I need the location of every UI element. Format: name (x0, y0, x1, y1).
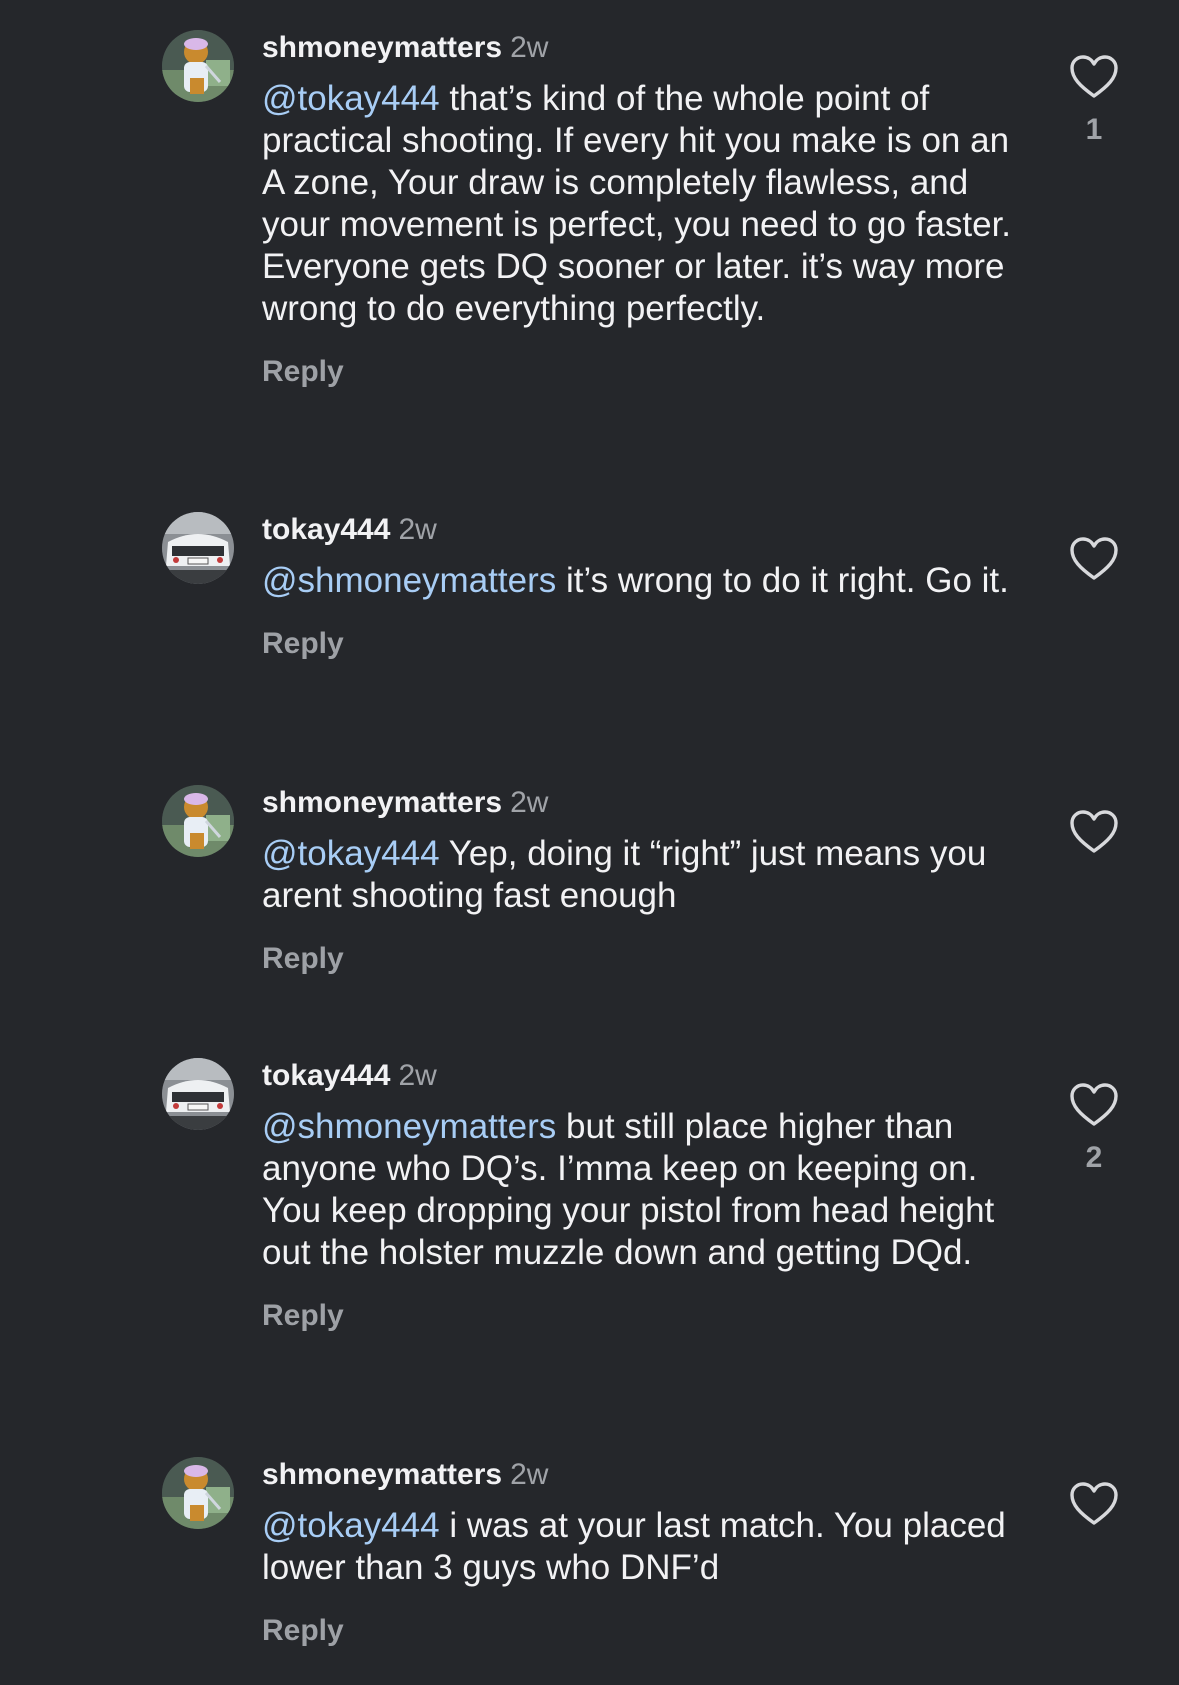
heart-icon (1070, 1482, 1118, 1525)
reply-button[interactable]: Reply (262, 354, 344, 390)
like-count: 2 (1085, 1141, 1103, 1174)
reply-button[interactable]: Reply (262, 1613, 344, 1649)
heart-icon (1070, 1083, 1118, 1126)
comment-meta: tokay444 2w (262, 1058, 1022, 1094)
comment-time: 2w (510, 1458, 549, 1491)
reply-button[interactable]: Reply (262, 941, 344, 977)
comment-text: @tokay444 that’s kind of the whole point… (262, 78, 1022, 330)
comment-time: 2w (510, 786, 549, 819)
comment-body: it’s wrong to do it right. Go it. (556, 561, 1009, 600)
comment-mention[interactable]: @tokay444 (262, 834, 440, 873)
avatar[interactable] (162, 1457, 234, 1529)
comment-username[interactable]: shmoneymatters (262, 31, 502, 64)
comment-mention[interactable]: @tokay444 (262, 79, 440, 118)
comment-text: @shmoneymatters it’s wrong to do it righ… (262, 560, 1022, 602)
reply-button[interactable]: Reply (262, 1298, 344, 1334)
comment-text: @tokay444 i was at your last match. You … (262, 1505, 1022, 1589)
bear-avatar-icon (162, 1457, 234, 1529)
like-button[interactable]: 1 (1068, 54, 1120, 148)
comment-meta: shmoneymatters 2w (262, 785, 1022, 821)
heart-icon (1070, 810, 1118, 853)
comment-text: @tokay444 Yep, doing it “right” just mea… (262, 833, 1022, 917)
like-button[interactable] (1068, 1481, 1120, 1539)
like-button[interactable]: 2 (1068, 1082, 1120, 1176)
comment-username[interactable]: shmoneymatters (262, 786, 502, 819)
bear-avatar-icon (162, 30, 234, 102)
car-avatar-icon (162, 1058, 234, 1130)
comment-text: @shmoneymatters but still place higher t… (262, 1106, 1022, 1274)
comment-time: 2w (398, 1059, 437, 1092)
comment-time: 2w (398, 513, 437, 546)
comment-username[interactable]: tokay444 (262, 513, 390, 546)
avatar[interactable] (162, 1058, 234, 1130)
comment-content: tokay444 2w @shmoneymatters it’s wrong to… (262, 512, 1022, 662)
like-count: 1 (1085, 113, 1103, 146)
comment-content: tokay444 2w @shmoneymatters but still pla… (262, 1058, 1022, 1334)
comment-meta: tokay444 2w (262, 512, 1022, 548)
comment-content: shmoneymatters 2w @tokay444 that’s kind o… (262, 30, 1022, 390)
comment-username[interactable]: tokay444 (262, 1059, 390, 1092)
comment-mention[interactable]: @tokay444 (262, 1506, 440, 1545)
comment-mention[interactable]: @shmoneymatters (262, 1107, 556, 1146)
avatar[interactable] (162, 512, 234, 584)
car-avatar-icon (162, 512, 234, 584)
reply-button[interactable]: Reply (262, 626, 344, 662)
bear-avatar-icon (162, 785, 234, 857)
comment-time: 2w (510, 31, 549, 64)
heart-icon (1070, 537, 1118, 580)
comment-meta: shmoneymatters 2w (262, 30, 1022, 66)
comment-username[interactable]: shmoneymatters (262, 1458, 502, 1491)
comment-content: shmoneymatters 2w @tokay444 i was at your… (262, 1457, 1022, 1649)
like-button[interactable] (1068, 809, 1120, 867)
avatar[interactable] (162, 30, 234, 102)
like-button[interactable] (1068, 536, 1120, 594)
heart-icon (1070, 55, 1118, 98)
comment-mention[interactable]: @shmoneymatters (262, 561, 556, 600)
avatar[interactable] (162, 785, 234, 857)
comment-meta: shmoneymatters 2w (262, 1457, 1022, 1493)
comment-content: shmoneymatters 2w @tokay444 Yep, doing it… (262, 785, 1022, 977)
